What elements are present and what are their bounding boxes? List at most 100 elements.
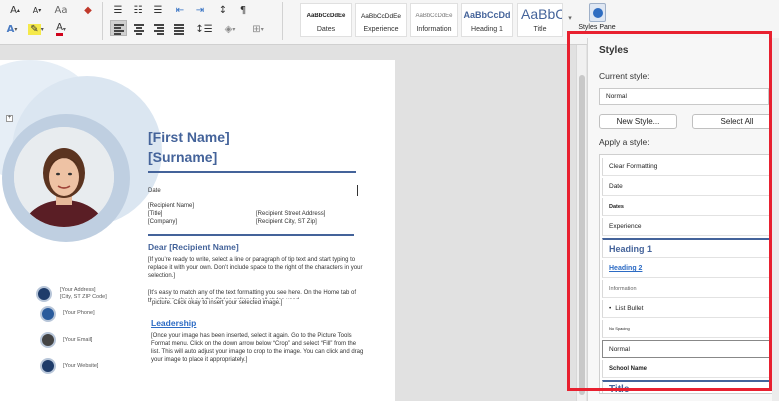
contact-phone[interactable]: [Your Phone] <box>63 310 95 317</box>
style-item-heading-1[interactable]: Heading 1 <box>602 238 773 258</box>
recipient-company-field[interactable]: [Company] <box>148 219 177 225</box>
sort-icon: ↕ <box>218 4 228 16</box>
profile-photo[interactable] <box>14 127 114 227</box>
recipient-name-field[interactable]: [Recipient Name] <box>148 203 194 209</box>
grow-font-button[interactable]: A ▴ <box>6 2 24 18</box>
first-name-heading[interactable]: [First Name] <box>148 129 230 145</box>
styles-pane-label: Styles Pane <box>578 24 616 31</box>
style-list[interactable]: Clear Formatting Date Dates Experience H… <box>599 154 774 394</box>
style-preview: AaBbCcDdEe <box>360 13 402 20</box>
text-cursor <box>357 185 358 196</box>
recipient-street-field[interactable]: [Recipient Street Address] <box>256 211 325 217</box>
bullets-icon: ☰ <box>113 4 123 16</box>
style-name: Experience <box>363 26 399 33</box>
numbering-button[interactable]: ☷ <box>130 2 146 18</box>
salutation[interactable]: Dear [Recipient Name] <box>148 242 239 252</box>
style-item-no-spacing[interactable]: No Spacing <box>602 320 773 338</box>
document-page[interactable]: + [First Name] [Surname] Date [Recipient… <box>0 60 395 401</box>
styles-pane-scrollbar[interactable] <box>772 38 779 401</box>
borders-button[interactable]: ⊞ ▾ <box>246 21 270 37</box>
style-item-dates[interactable]: Dates <box>602 198 773 216</box>
style-item-clear-formatting[interactable]: Clear Formatting <box>602 158 773 176</box>
align-center-button[interactable] <box>130 20 147 36</box>
multilevel-list-button[interactable]: ☰ <box>150 2 166 18</box>
style-name: Heading 1 <box>471 26 503 33</box>
body-paragraph[interactable]: [Once your image has been inserted, sele… <box>151 332 366 364</box>
body-paragraph[interactable]: [If you’re ready to write, select a line… <box>148 256 363 280</box>
email-icon <box>40 332 56 348</box>
gallery-style-title[interactable]: AaBbC Title <box>517 3 563 37</box>
gallery-style-dates[interactable]: AaBbCcDdEe Dates <box>300 3 352 37</box>
style-name: Information <box>416 26 452 33</box>
font-color-button[interactable]: A ▾ <box>51 21 71 37</box>
styles-pane: Styles Current style: Normal New Style..… <box>587 38 779 401</box>
style-name: Dates <box>316 26 336 33</box>
gallery-style-experience[interactable]: AaBbCcDdEe Experience <box>355 3 407 37</box>
align-left-button[interactable] <box>110 20 127 36</box>
word-window: A ▴ A ▾ Aa ◆ A ▾ ✎ ▾ A ▾ ☰ ☷ ☰ ⇤ ⇥ ↕ ¶ ↕☰ ◈ ▾ … <box>0 0 779 401</box>
style-item-information[interactable]: Information <box>602 280 773 298</box>
surname-heading[interactable]: [Surname] <box>148 149 217 165</box>
styles-pane-button[interactable]: Styles Pane <box>578 0 616 40</box>
document-scrollbar[interactable] <box>576 45 586 401</box>
divider-line <box>148 171 356 173</box>
sort-button[interactable]: ↕ <box>215 2 231 18</box>
recipient-title-field[interactable]: [Title] <box>148 211 162 217</box>
divider-line <box>148 234 354 236</box>
show-marks-button[interactable]: ¶ <box>236 2 250 18</box>
style-name: Title <box>533 26 547 33</box>
multilevel-list-icon: ☰ <box>153 4 163 16</box>
text-effects-button[interactable]: A ▾ <box>2 21 22 37</box>
new-style-button[interactable]: New Style... <box>599 114 677 129</box>
change-case-button[interactable]: Aa <box>53 2 69 18</box>
anchor-icon[interactable]: + <box>6 115 13 122</box>
current-style-field[interactable]: Normal <box>599 88 769 105</box>
line-spacing-icon: ↕☰ <box>195 23 213 35</box>
phone-icon <box>40 306 56 322</box>
style-item-experience[interactable]: Experience <box>602 218 773 236</box>
select-all-button[interactable]: Select All <box>692 114 779 129</box>
apply-style-label: Apply a style: <box>599 137 650 147</box>
justify-button[interactable] <box>170 20 187 36</box>
contact-address[interactable]: [Your Address] [City, ST ZIP Code] <box>60 287 107 300</box>
eraser-icon: ◆ <box>84 4 92 16</box>
paragraph-mark-icon: ¶ <box>239 4 247 16</box>
decrease-indent-button[interactable]: ⇤ <box>172 2 188 18</box>
ribbon-separator <box>282 2 283 40</box>
style-item-normal[interactable]: Normal <box>602 340 773 358</box>
style-item-title[interactable]: Title <box>602 380 773 393</box>
highlight-button[interactable]: ✎ ▾ <box>26 21 46 37</box>
increase-indent-icon: ⇥ <box>195 4 205 16</box>
location-icon <box>36 286 52 302</box>
leadership-heading[interactable]: Leadership <box>151 318 196 328</box>
line-spacing-button[interactable]: ↕☰ <box>193 21 215 37</box>
style-item-list-bullet[interactable]: • List Bullet <box>602 300 773 318</box>
contact-email[interactable]: [Your Email] <box>63 337 92 344</box>
scrollbar-thumb[interactable] <box>579 75 585 395</box>
increase-indent-button[interactable]: ⇥ <box>192 2 208 18</box>
shading-button[interactable]: ◈ ▾ <box>220 21 240 37</box>
style-item-heading-2[interactable]: Heading 2 <box>602 260 773 278</box>
text-effects-icon: A <box>6 23 15 35</box>
align-right-button[interactable] <box>150 20 167 36</box>
numbering-icon: ☷ <box>133 4 143 16</box>
gallery-more-button[interactable]: ▾ <box>565 10 575 26</box>
paint-bucket-icon: ◈ <box>224 23 233 35</box>
style-item-school-name[interactable]: School Name <box>602 360 773 378</box>
gallery-style-heading-1[interactable]: AaBbCcDd Heading 1 <box>461 3 513 37</box>
decrease-indent-icon: ⇤ <box>175 4 185 16</box>
pane-title: Styles <box>599 45 629 56</box>
shrink-font-button[interactable]: A ▾ <box>28 2 46 18</box>
style-item-date[interactable]: Date <box>602 178 773 196</box>
date-field[interactable]: Date <box>148 188 161 194</box>
bullets-button[interactable]: ☰ <box>110 2 126 18</box>
gallery-style-information[interactable]: AaBbCcDdEe Information <box>410 3 458 37</box>
borders-icon: ⊞ <box>252 23 261 35</box>
picture-tip-text[interactable]: picture. Click okay to insert your selec… <box>152 299 367 307</box>
style-preview: AaBbCcDdEe <box>306 13 346 19</box>
contact-website[interactable]: [Your Website] <box>63 363 98 370</box>
style-preview: AaBbCcDd <box>463 10 511 20</box>
clear-formatting-button[interactable]: ◆ <box>80 2 96 18</box>
website-icon <box>40 358 56 374</box>
recipient-city-field[interactable]: [Recipient City, ST Zip] <box>256 219 317 225</box>
